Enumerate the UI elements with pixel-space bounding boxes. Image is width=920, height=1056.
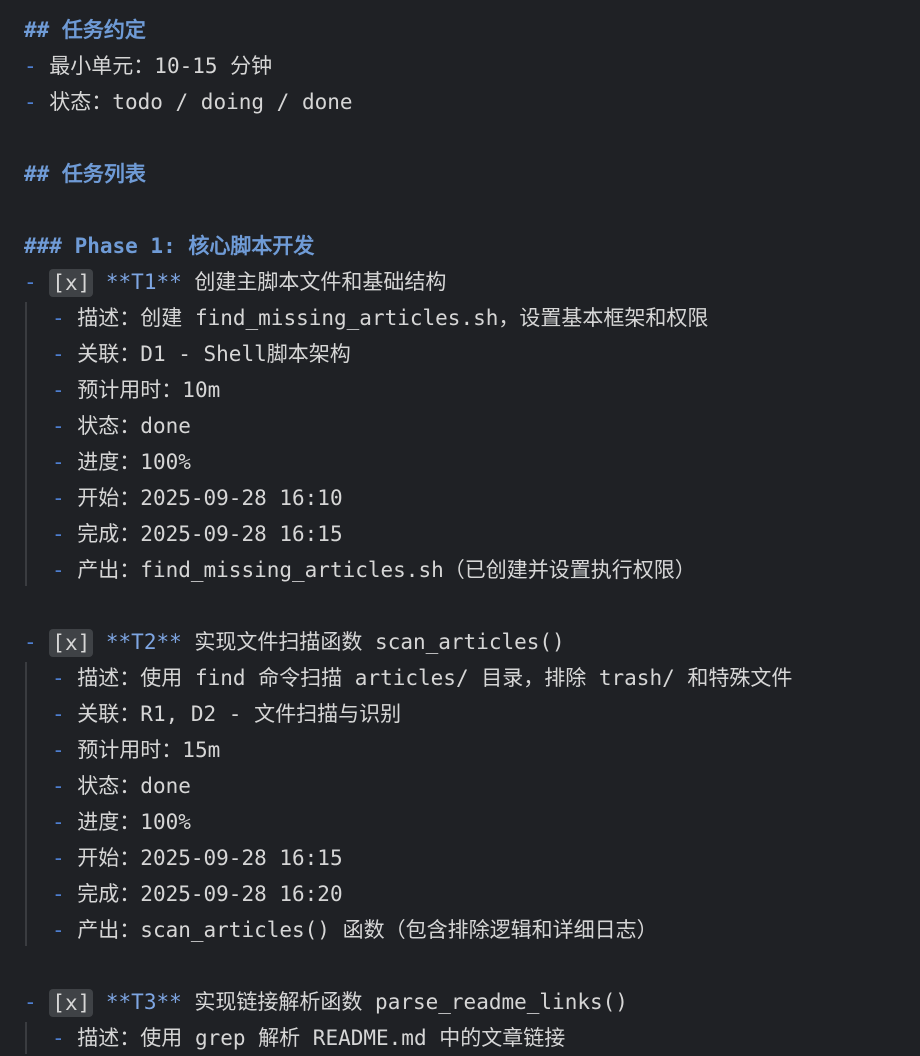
task-detail: - 预计用时：10m: [52, 372, 220, 408]
list-marker: -: [52, 918, 78, 942]
task-detail: - 产出：find_missing_articles.sh（已创建并设置执行权限…: [52, 552, 696, 588]
list-marker: -: [52, 846, 78, 870]
task-detail-text: 完成：2025-09-28 16:15: [77, 522, 343, 546]
list-marker: -: [52, 882, 78, 906]
markdown-editor[interactable]: ## 任务约定 - 最小单元：10-15 分钟 - 状态：todo / doin…: [0, 0, 920, 1054]
rule-text: 最小单元：10-15 分钟: [49, 54, 273, 78]
task-detail-text: 描述：创建 find_missing_articles.sh，设置基本框架和权限: [77, 306, 709, 330]
task-detail: - 状态：done: [52, 768, 191, 804]
task-detail: - 进度：100%: [52, 444, 191, 480]
task-detail-text: 进度：100%: [77, 810, 191, 834]
list-marker: -: [52, 1026, 78, 1050]
list-marker: -: [24, 90, 50, 114]
list-marker: -: [52, 810, 78, 834]
task-title: 实现文件扫描函数 scan_articles(): [194, 630, 565, 654]
heading-task-list: ## 任务列表: [24, 162, 146, 186]
list-marker: -: [52, 486, 78, 510]
task-detail-text: 开始：2025-09-28 16:10: [77, 486, 343, 510]
list-marker: -: [52, 774, 78, 798]
indent-guide: [25, 662, 27, 946]
list-marker: -: [52, 558, 78, 582]
task-detail: - 描述：使用 find 命令扫描 articles/ 目录，排除 trash/…: [52, 660, 792, 696]
task-detail: - 进度：100%: [52, 804, 191, 840]
task-detail: - 开始：2025-09-28 16:10: [52, 480, 343, 516]
indent-guide: [25, 302, 27, 586]
task-checkbox[interactable]: [x]: [49, 629, 94, 657]
task-detail: - 产出：scan_articles() 函数（包含排除逻辑和详细日志）: [52, 912, 658, 948]
list-item: - 状态：todo / doing / done: [24, 84, 353, 120]
task-detail: - 描述：使用 grep 解析 README.md 中的文章链接: [52, 1020, 565, 1056]
task-detail-text: 预计用时：15m: [77, 738, 221, 762]
list-marker: -: [52, 378, 78, 402]
task-detail-text: 关联：R1, D2 - 文件扫描与识别: [77, 702, 402, 726]
list-item: - 最小单元：10-15 分钟: [24, 48, 272, 84]
list-marker: -: [52, 414, 78, 438]
task-detail-text: 产出：scan_articles() 函数（包含排除逻辑和详细日志）: [77, 918, 658, 942]
task-detail: - 描述：创建 find_missing_articles.sh，设置基本框架和…: [52, 300, 708, 336]
task-line-t3: - [x] **T3** 实现链接解析函数 parse_readme_links…: [24, 984, 628, 1020]
task-detail-text: 进度：100%: [77, 450, 191, 474]
list-marker: -: [24, 270, 50, 294]
task-detail: - 关联：D1 - Shell脚本架构: [52, 336, 351, 372]
task-detail-text: 开始：2025-09-28 16:15: [77, 846, 343, 870]
list-marker: -: [52, 450, 78, 474]
task-detail-text: 状态：done: [77, 414, 191, 438]
task-detail: - 关联：R1, D2 - 文件扫描与识别: [52, 696, 401, 732]
task-detail-text: 状态：done: [77, 774, 191, 798]
list-marker: -: [24, 54, 50, 78]
task-line-t1: - [x] **T1** 创建主脚本文件和基础结构: [24, 264, 446, 300]
list-marker: -: [52, 522, 78, 546]
task-detail: - 开始：2025-09-28 16:15: [52, 840, 343, 876]
indent-guide: [25, 1022, 27, 1054]
task-id: **T1**: [105, 270, 182, 294]
list-marker: -: [24, 630, 50, 654]
rule-text: 状态：todo / doing / done: [49, 90, 353, 114]
task-title: 实现链接解析函数 parse_readme_links(): [194, 990, 628, 1014]
list-marker: -: [52, 342, 78, 366]
task-detail: - 完成：2025-09-28 16:20: [52, 876, 343, 912]
task-checkbox[interactable]: [x]: [49, 269, 94, 297]
task-id: **T3**: [105, 990, 182, 1014]
task-detail-text: 完成：2025-09-28 16:20: [77, 882, 343, 906]
list-marker: -: [24, 990, 50, 1014]
task-detail-text: 产出：find_missing_articles.sh（已创建并设置执行权限）: [77, 558, 696, 582]
task-detail-text: 描述：使用 grep 解析 README.md 中的文章链接: [77, 1026, 566, 1050]
task-detail-text: 预计用时：10m: [77, 378, 221, 402]
task-detail-text: 关联：D1 - Shell脚本架构: [77, 342, 351, 366]
task-detail: - 状态：done: [52, 408, 191, 444]
list-marker: -: [52, 666, 78, 690]
task-title: 创建主脚本文件和基础结构: [194, 270, 447, 294]
heading-task-rules: ## 任务约定: [24, 18, 146, 42]
task-line-t2: - [x] **T2** 实现文件扫描函数 scan_articles(): [24, 624, 565, 660]
task-detail-text: 描述：使用 find 命令扫描 articles/ 目录，排除 trash/ 和…: [77, 666, 793, 690]
list-marker: -: [52, 702, 78, 726]
task-id: **T2**: [105, 630, 182, 654]
task-detail: - 完成：2025-09-28 16:15: [52, 516, 343, 552]
task-detail: - 预计用时：15m: [52, 732, 220, 768]
list-marker: -: [52, 306, 78, 330]
list-marker: -: [52, 738, 78, 762]
heading-phase-1: ### Phase 1: 核心脚本开发: [24, 234, 315, 258]
task-checkbox[interactable]: [x]: [49, 989, 94, 1017]
